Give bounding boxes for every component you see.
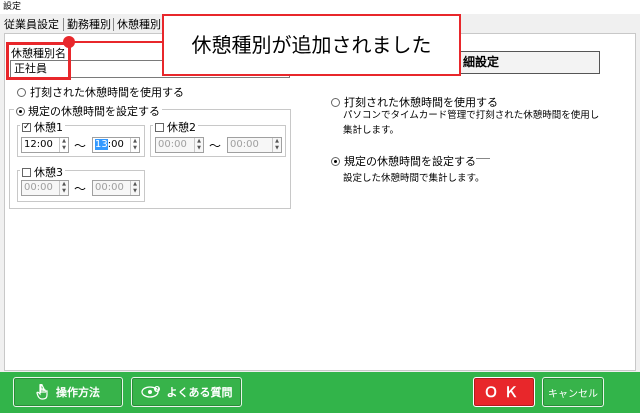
break3-checkbox-row[interactable]: 休憩3	[20, 164, 65, 180]
break2-label: 休憩2	[167, 121, 196, 134]
tab-divider	[63, 18, 64, 31]
right-option-fixed-label: 規定の休憩時間を設定する	[344, 155, 476, 168]
tab-employee-settings[interactable]: 従業員設定	[4, 17, 59, 33]
svg-text:?: ?	[155, 387, 158, 393]
break3-checkbox[interactable]	[22, 167, 31, 177]
break1-end-input[interactable]: 13:00 ▲ ▼	[92, 137, 140, 153]
tilde-separator: 〜	[209, 139, 222, 153]
break1-label: 休憩1	[34, 121, 63, 134]
faq-button-label: よくある質問	[166, 386, 233, 399]
cancel-button[interactable]: キャンセル	[542, 377, 604, 407]
footer-bar: 操作方法 ? よくある質問 ＯＫ キャンセル	[0, 372, 640, 413]
ok-button[interactable]: ＯＫ	[473, 377, 535, 407]
break2-end-value: 00:00	[230, 139, 259, 150]
break2-start-input[interactable]: 00:00 ▲ ▼	[155, 137, 204, 153]
spinner-arrows-icon[interactable]: ▲ ▼	[130, 181, 139, 195]
callout-message: 休憩種別が追加されました	[162, 14, 461, 76]
spinner-arrows-icon[interactable]: ▲ ▼	[194, 138, 203, 152]
break1-checkbox-row[interactable]: ✓ 休憩1	[20, 119, 65, 135]
break3-label: 休憩3	[34, 166, 63, 179]
break1-start-value: 12:00	[24, 139, 53, 150]
tab-work-type[interactable]: 勤務種別	[67, 17, 111, 33]
radio-fixed[interactable]	[16, 106, 25, 116]
left-option-fixed-label: 規定の休憩時間を設定する	[28, 105, 160, 118]
faq-button[interactable]: ? よくある質問	[131, 377, 242, 407]
right-option-fixed[interactable]: 規定の休憩時間を設定する	[331, 153, 476, 169]
break2-checkbox[interactable]	[155, 122, 164, 132]
manual-button-label: 操作方法	[56, 386, 100, 399]
break1-start-input[interactable]: 12:00 ▲ ▼	[21, 137, 69, 153]
break3-start-input[interactable]: 00:00 ▲ ▼	[21, 180, 69, 196]
tab-break-type[interactable]: 休憩種別	[117, 17, 161, 33]
hand-pointer-icon	[36, 384, 50, 400]
break1-checkbox[interactable]: ✓	[22, 122, 31, 132]
left-option-fixed[interactable]: 規定の休憩時間を設定する	[14, 103, 162, 119]
spinner-arrows-icon[interactable]: ▲ ▼	[59, 138, 68, 152]
break3-end-value: 00:00	[95, 182, 124, 193]
break3-end-input[interactable]: 00:00 ▲ ▼	[92, 180, 140, 196]
spinner-arrows-icon[interactable]: ▲ ▼	[130, 138, 139, 152]
radio-stamped[interactable]	[17, 87, 26, 97]
eye-question-icon: ?	[140, 385, 161, 399]
right-desc-stamped-line1: パソコンでタイムカード管理で打刻された休憩時間を使用し	[343, 110, 600, 121]
spinner-arrows-icon[interactable]: ▲ ▼	[272, 138, 281, 152]
break3-start-value: 00:00	[24, 182, 53, 193]
break2-end-input[interactable]: 00:00 ▲ ▼	[227, 137, 282, 153]
tab-divider	[113, 18, 114, 31]
break1-end-hour-selected: 13	[95, 139, 108, 150]
left-option-stamped[interactable]: 打刻された休憩時間を使用する	[17, 84, 184, 100]
detail-settings-button[interactable]: 細設定	[458, 51, 600, 74]
callout-connector	[70, 41, 164, 43]
right-desc-fixed: 設定した休憩時間で集計します。	[343, 173, 485, 184]
right-radio-fixed[interactable]	[331, 156, 340, 166]
window-title: 設定	[0, 0, 640, 14]
break2-start-value: 00:00	[158, 139, 187, 150]
right-radio-stamped[interactable]	[331, 97, 340, 107]
spinner-arrows-icon[interactable]: ▲ ▼	[59, 181, 68, 195]
callout-dot	[63, 36, 75, 48]
manual-button[interactable]: 操作方法	[13, 377, 123, 407]
right-option-fixed-rule	[476, 158, 490, 159]
right-desc-stamped-line2: 集計します。	[343, 125, 400, 136]
tilde-separator: 〜	[74, 139, 87, 153]
break2-checkbox-row[interactable]: 休憩2	[153, 119, 198, 135]
left-option-stamped-label: 打刻された休憩時間を使用する	[30, 86, 184, 99]
name-highlight-box	[6, 42, 71, 80]
break1-end-min: :00	[107, 139, 124, 150]
tilde-separator: 〜	[74, 182, 87, 196]
